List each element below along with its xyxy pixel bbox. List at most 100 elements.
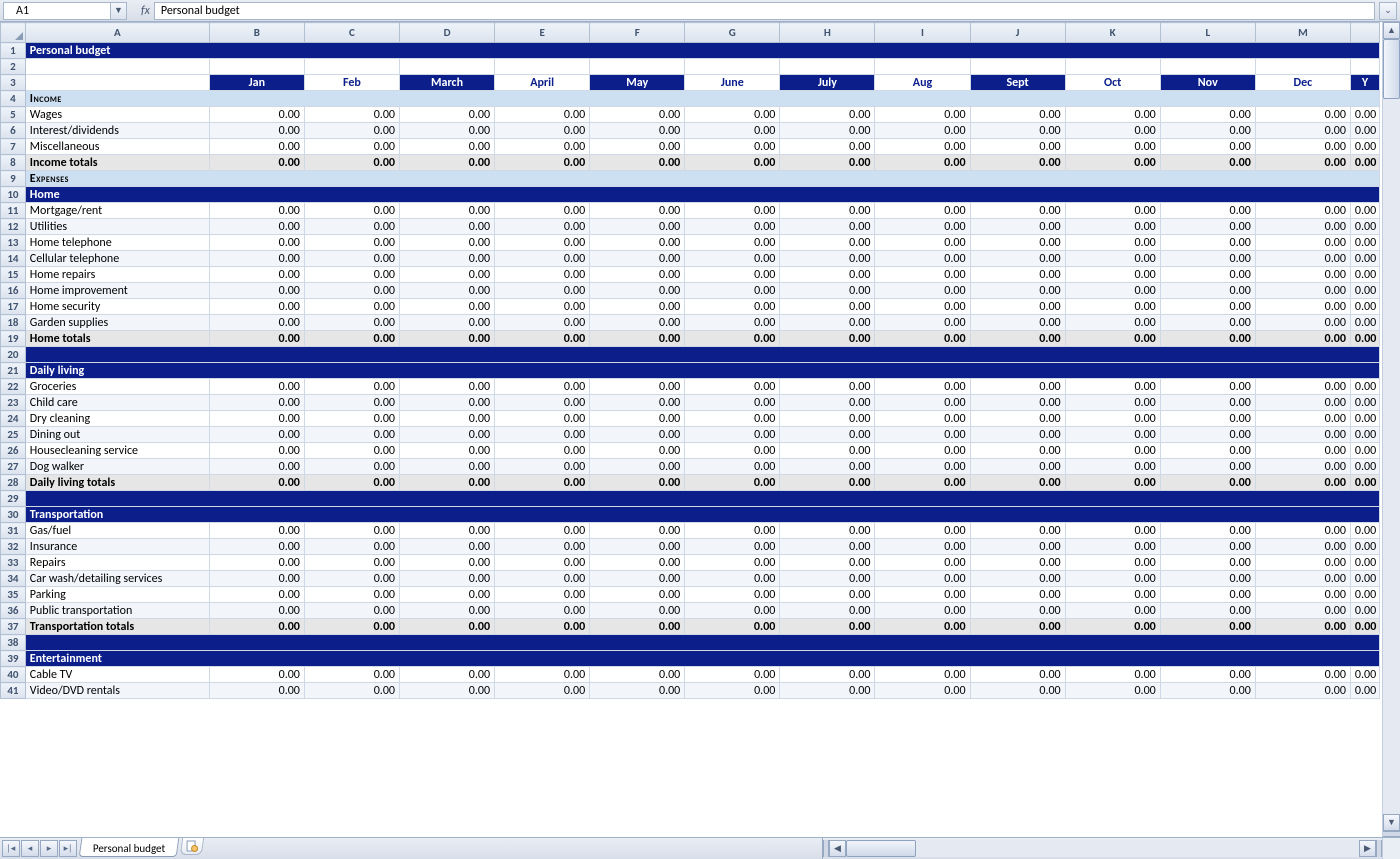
value-cell[interactable]: 0.00 <box>780 411 875 427</box>
value-cell[interactable]: 0.00 <box>1065 539 1160 555</box>
value-cell[interactable]: 0.00 <box>1350 683 1379 699</box>
value-cell[interactable]: 0.00 <box>304 683 399 699</box>
value-cell[interactable]: 0.00 <box>970 523 1065 539</box>
row-label[interactable]: Cellular telephone <box>25 251 209 267</box>
value-cell[interactable]: 0.00 <box>399 331 494 347</box>
value-cell[interactable]: 0.00 <box>209 443 304 459</box>
value-cell[interactable]: 0.00 <box>685 571 780 587</box>
value-cell[interactable]: 0.00 <box>209 603 304 619</box>
month-header[interactable]: June <box>685 75 780 91</box>
value-cell[interactable]: 0.00 <box>209 523 304 539</box>
value-cell[interactable]: 0.00 <box>209 459 304 475</box>
value-cell[interactable]: 0.00 <box>399 459 494 475</box>
value-cell[interactable]: 0.00 <box>780 427 875 443</box>
row-label[interactable]: Home repairs <box>25 267 209 283</box>
value-cell[interactable]: 0.00 <box>1065 619 1160 635</box>
value-cell[interactable]: 0.00 <box>209 475 304 491</box>
value-cell[interactable]: 0.00 <box>304 475 399 491</box>
value-cell[interactable]: 0.00 <box>780 395 875 411</box>
value-cell[interactable]: 0.00 <box>780 667 875 683</box>
value-cell[interactable]: 0.00 <box>495 683 590 699</box>
cell[interactable] <box>685 59 780 75</box>
value-cell[interactable]: 0.00 <box>1350 459 1379 475</box>
value-cell[interactable]: 0.00 <box>1255 619 1350 635</box>
hscroll-thumb[interactable] <box>846 840 916 857</box>
sheet-tab-active[interactable]: Personal budget <box>79 838 180 857</box>
value-cell[interactable]: 0.00 <box>1255 523 1350 539</box>
value-cell[interactable]: 0.00 <box>304 443 399 459</box>
value-cell[interactable]: 0.00 <box>1255 299 1350 315</box>
row-header[interactable]: 31 <box>1 523 26 539</box>
col-header[interactable]: L <box>1160 23 1255 43</box>
cell[interactable] <box>495 59 590 75</box>
value-cell[interactable]: 0.00 <box>209 155 304 171</box>
value-cell[interactable]: 0.00 <box>209 283 304 299</box>
formula-input[interactable]: Personal budget <box>154 2 1375 20</box>
value-cell[interactable]: 0.00 <box>209 379 304 395</box>
row-label[interactable]: Mortgage/rent <box>25 203 209 219</box>
cell[interactable] <box>1065 59 1160 75</box>
value-cell[interactable]: 0.00 <box>970 251 1065 267</box>
value-cell[interactable]: 0.00 <box>590 555 685 571</box>
value-cell[interactable]: 0.00 <box>1065 427 1160 443</box>
value-cell[interactable]: 0.00 <box>590 155 685 171</box>
value-cell[interactable]: 0.00 <box>1350 379 1379 395</box>
value-cell[interactable]: 0.00 <box>970 315 1065 331</box>
value-cell[interactable]: 0.00 <box>399 203 494 219</box>
value-cell[interactable]: 0.00 <box>1350 667 1379 683</box>
row-header[interactable]: 3 <box>1 75 26 91</box>
value-cell[interactable]: 0.00 <box>590 619 685 635</box>
value-cell[interactable]: 0.00 <box>1255 667 1350 683</box>
row-header[interactable]: 38 <box>1 635 26 651</box>
value-cell[interactable]: 0.00 <box>1065 235 1160 251</box>
value-cell[interactable]: 0.00 <box>685 235 780 251</box>
value-cell[interactable]: 0.00 <box>590 587 685 603</box>
value-cell[interactable]: 0.00 <box>1255 539 1350 555</box>
cell[interactable] <box>209 59 304 75</box>
category-header[interactable]: Transportation <box>25 507 1379 523</box>
value-cell[interactable]: 0.00 <box>1065 139 1160 155</box>
row-label[interactable]: Dry cleaning <box>25 411 209 427</box>
value-cell[interactable]: 0.00 <box>1065 667 1160 683</box>
value-cell[interactable]: 0.00 <box>1065 603 1160 619</box>
value-cell[interactable]: 0.00 <box>780 475 875 491</box>
value-cell[interactable]: 0.00 <box>495 459 590 475</box>
value-cell[interactable]: 0.00 <box>1160 331 1255 347</box>
row-label[interactable]: Garden supplies <box>25 315 209 331</box>
row-header[interactable]: 17 <box>1 299 26 315</box>
value-cell[interactable]: 0.00 <box>1065 155 1160 171</box>
value-cell[interactable]: 0.00 <box>1065 107 1160 123</box>
month-header[interactable]: July <box>780 75 875 91</box>
value-cell[interactable]: 0.00 <box>780 459 875 475</box>
value-cell[interactable]: 0.00 <box>1065 123 1160 139</box>
value-cell[interactable]: 0.00 <box>685 603 780 619</box>
formula-bar-expand-icon[interactable]: ⌄ <box>1379 2 1397 20</box>
value-cell[interactable]: 0.00 <box>304 667 399 683</box>
value-cell[interactable]: 0.00 <box>1160 587 1255 603</box>
value-cell[interactable]: 0.00 <box>875 667 970 683</box>
value-cell[interactable]: 0.00 <box>209 203 304 219</box>
value-cell[interactable]: 0.00 <box>399 555 494 571</box>
cell[interactable] <box>304 59 399 75</box>
value-cell[interactable]: 0.00 <box>209 331 304 347</box>
value-cell[interactable]: 0.00 <box>1065 379 1160 395</box>
value-cell[interactable]: 0.00 <box>590 219 685 235</box>
value-cell[interactable]: 0.00 <box>209 667 304 683</box>
value-cell[interactable]: 0.00 <box>304 571 399 587</box>
value-cell[interactable]: 0.00 <box>875 219 970 235</box>
blank-row[interactable] <box>25 491 1379 507</box>
value-cell[interactable]: 0.00 <box>399 299 494 315</box>
value-cell[interactable]: 0.00 <box>1350 283 1379 299</box>
value-cell[interactable]: 0.00 <box>1065 411 1160 427</box>
row-label[interactable]: Income totals <box>25 155 209 171</box>
value-cell[interactable]: 0.00 <box>1160 683 1255 699</box>
row-header[interactable]: 11 <box>1 203 26 219</box>
row-label[interactable]: Miscellaneous <box>25 139 209 155</box>
value-cell[interactable]: 0.00 <box>970 267 1065 283</box>
value-cell[interactable]: 0.00 <box>590 411 685 427</box>
vscroll-thumb[interactable] <box>1383 39 1400 99</box>
value-cell[interactable]: 0.00 <box>399 235 494 251</box>
value-cell[interactable]: 0.00 <box>1065 523 1160 539</box>
row-header[interactable]: 32 <box>1 539 26 555</box>
value-cell[interactable]: 0.00 <box>1065 203 1160 219</box>
